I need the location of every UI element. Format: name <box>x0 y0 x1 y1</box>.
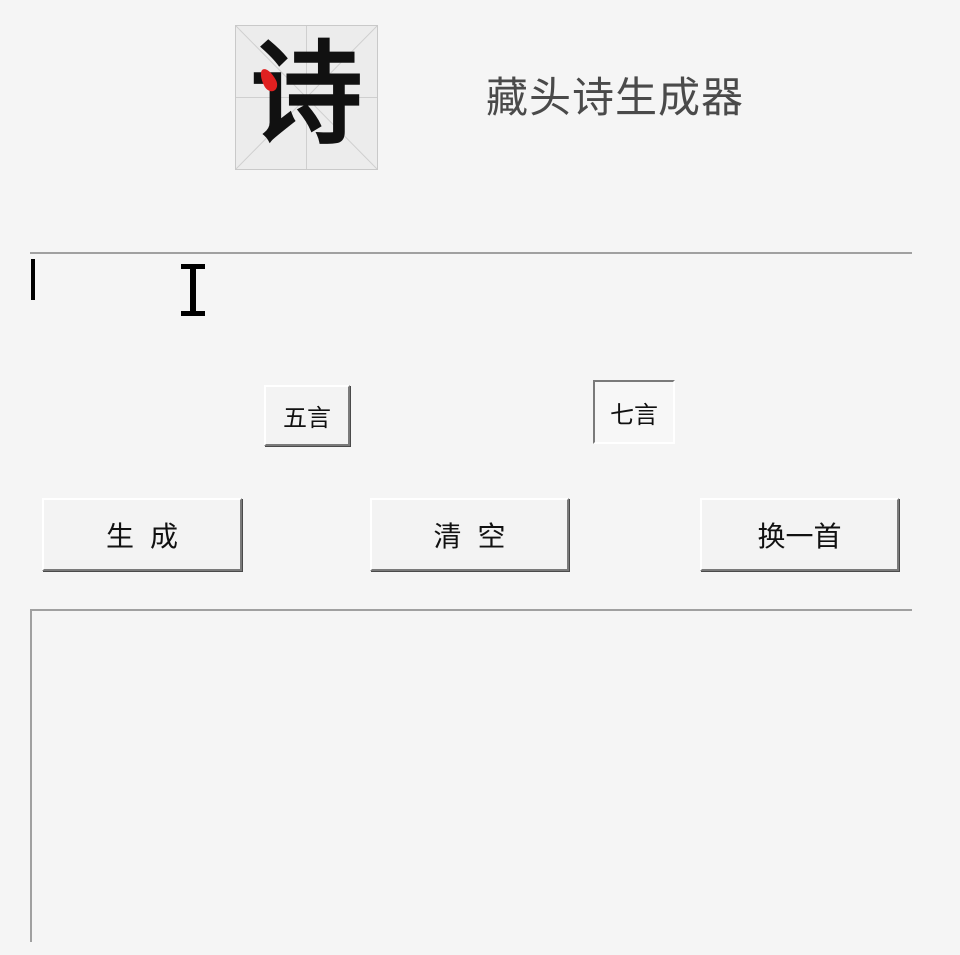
generate-label: 生成 <box>105 519 194 553</box>
five-character-button[interactable]: 五言 <box>264 385 350 446</box>
text-cursor-icon <box>181 264 205 316</box>
poem-output-area[interactable] <box>30 609 912 942</box>
seven-character-label: 七言 <box>610 400 658 429</box>
clear-label: 清空 <box>433 519 522 553</box>
five-character-label: 五言 <box>283 404 331 432</box>
next-poem-button[interactable]: 换一首 <box>700 498 899 571</box>
app-title: 藏头诗生成器 <box>486 73 745 122</box>
next-poem-label: 换一首 <box>757 519 842 553</box>
clear-button[interactable]: 清空 <box>370 498 569 571</box>
head-characters-input[interactable] <box>30 252 912 308</box>
generate-button[interactable]: 生成 <box>42 498 242 571</box>
seven-character-button[interactable]: 七言 <box>593 380 675 444</box>
app-logo: 诗 <box>235 25 378 170</box>
text-caret <box>31 259 35 300</box>
logo-character: 诗 <box>250 29 363 160</box>
